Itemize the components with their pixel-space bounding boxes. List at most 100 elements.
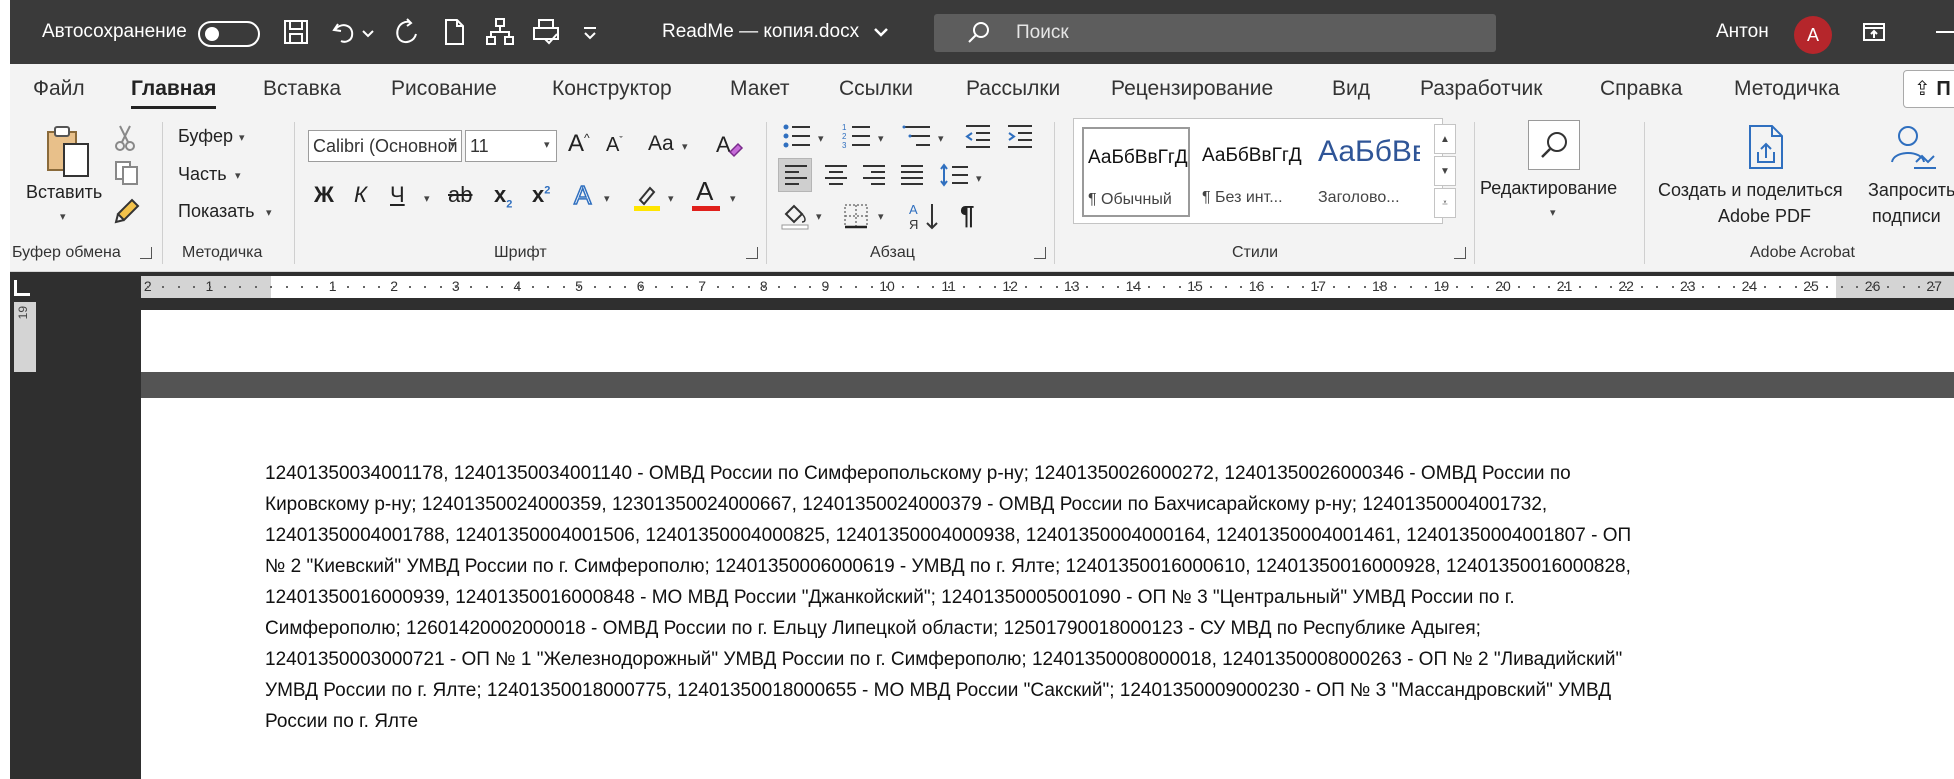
shading-dropdown-icon[interactable]: ▾ [816, 210, 822, 223]
share-button[interactable]: ⇪ П [1903, 70, 1954, 108]
minimize-icon[interactable] [1930, 16, 1954, 48]
document-page[interactable]: 12401350034001178, 12401350034001140 - О… [141, 398, 1954, 779]
font-color-button[interactable]: A [696, 176, 713, 207]
line-spacing-icon[interactable] [940, 162, 970, 188]
request-signatures-label-2[interactable]: подписи [1872, 206, 1941, 227]
line-spacing-dropdown-icon[interactable]: ▾ [976, 172, 982, 185]
underline-dropdown-icon[interactable]: ▾ [424, 192, 430, 205]
copy-icon[interactable] [114, 160, 140, 186]
tab-methodichka[interactable]: Методичка [1734, 64, 1840, 114]
paste-dropdown-icon[interactable]: ▾ [60, 210, 66, 223]
font-name-combo[interactable]: Calibri (Основной текст) [308, 130, 462, 162]
clipboard-launcher-icon[interactable] [140, 247, 152, 259]
font-launcher-icon[interactable] [746, 247, 758, 259]
editing-dropdown-icon[interactable]: ▾ [1550, 206, 1556, 219]
tab-view[interactable]: Вид [1332, 64, 1370, 114]
text-effects-dropdown-icon[interactable]: ▾ [604, 192, 610, 205]
create-pdf-label-2[interactable]: Adobe PDF [1718, 206, 1811, 227]
align-center-icon[interactable] [824, 164, 848, 186]
text-effects-button[interactable]: A [573, 179, 592, 211]
part-button[interactable]: Часть [178, 164, 227, 185]
ribbon-display-icon[interactable] [1858, 16, 1890, 48]
search-box[interactable]: Поиск [934, 14, 1496, 52]
clear-formatting-icon[interactable]: A [714, 130, 744, 160]
request-signatures-icon[interactable] [1886, 122, 1938, 172]
shading-icon[interactable] [780, 200, 810, 230]
font-name-dropdown-icon[interactable]: ▾ [450, 138, 456, 151]
request-signatures-label-1[interactable]: Запросить [1868, 180, 1954, 201]
styles-launcher-icon[interactable] [1454, 247, 1466, 259]
horizontal-ruler[interactable]: 2112345678910111213141516171819202122232… [141, 276, 1954, 298]
show-button[interactable]: Показать [178, 201, 255, 222]
org-chart-icon[interactable] [484, 16, 516, 48]
style-no-spacing[interactable]: АаБбВвГгД ¶ Без инт... [1198, 127, 1306, 217]
part-dropdown-icon[interactable]: ▾ [235, 169, 241, 182]
tab-help[interactable]: Справка [1600, 64, 1682, 114]
font-size-dropdown-icon[interactable]: ▾ [544, 138, 550, 151]
bullets-dropdown-icon[interactable]: ▾ [818, 132, 824, 145]
create-pdf-icon[interactable] [1744, 122, 1790, 172]
create-pdf-label-1[interactable]: Создать и поделиться [1658, 180, 1843, 201]
multilevel-dropdown-icon[interactable]: ▾ [938, 132, 944, 145]
borders-dropdown-icon[interactable]: ▾ [878, 210, 884, 223]
subscript-button[interactable]: x2 [494, 182, 512, 210]
shrink-font-icon[interactable]: Aˇ [606, 134, 623, 157]
underline-button[interactable]: Ч [390, 182, 405, 208]
increase-indent-icon[interactable] [1006, 122, 1034, 150]
show-dropdown-icon[interactable]: ▾ [266, 206, 272, 219]
styles-more-icon[interactable]: ⩡ [1434, 188, 1456, 218]
paragraph-launcher-icon[interactable] [1034, 247, 1046, 259]
buffer-button[interactable]: Буфер [178, 126, 233, 147]
avatar[interactable]: А [1794, 16, 1832, 54]
align-right-icon[interactable] [862, 164, 886, 186]
tab-draw[interactable]: Рисование [391, 64, 497, 114]
highlight-dropdown-icon[interactable]: ▾ [668, 192, 674, 205]
grow-font-icon[interactable]: A^ [568, 130, 590, 158]
tab-references[interactable]: Ссылки [839, 64, 913, 114]
customize-toolbar-icon[interactable] [580, 16, 600, 48]
redo-icon[interactable] [390, 16, 422, 48]
bullets-icon[interactable] [782, 122, 812, 150]
styles-scroll-down-icon[interactable]: ▼ [1434, 156, 1456, 186]
paste-icon[interactable] [44, 124, 92, 180]
format-painter-icon[interactable] [114, 196, 142, 224]
editing-button[interactable]: Редактирование [1480, 178, 1617, 199]
superscript-button[interactable]: x2 [532, 182, 550, 208]
style-normal[interactable]: АаБбВвГгД ¶ Обычный [1082, 127, 1190, 217]
tab-developer[interactable]: Разработчик [1420, 64, 1542, 114]
sort-icon[interactable]: АЯ [908, 200, 940, 232]
font-color-dropdown-icon[interactable]: ▾ [730, 192, 736, 205]
print-preview-icon[interactable] [530, 16, 562, 48]
cut-icon[interactable] [114, 124, 136, 152]
numbering-dropdown-icon[interactable]: ▾ [878, 132, 884, 145]
strikethrough-button[interactable]: ab [448, 182, 472, 208]
buffer-dropdown-icon[interactable]: ▾ [239, 131, 245, 144]
document-title[interactable]: ReadMe — копия.docx [662, 0, 859, 64]
show-formatting-marks-button[interactable]: ¶ [960, 200, 974, 231]
editing-search-icon[interactable] [1528, 120, 1580, 170]
highlight-color-icon[interactable] [632, 182, 662, 212]
tab-review[interactable]: Рецензирование [1111, 64, 1273, 114]
user-name[interactable]: Антон [1716, 0, 1769, 64]
undo-dropdown-icon[interactable] [360, 16, 376, 48]
tab-home[interactable]: Главная [131, 64, 217, 114]
numbering-icon[interactable]: 123 [842, 122, 872, 150]
change-case-dropdown-icon[interactable]: ▾ [682, 140, 688, 153]
justify-icon[interactable] [900, 164, 924, 186]
tab-mailings[interactable]: Рассылки [966, 64, 1060, 114]
tab-selector-icon[interactable] [14, 280, 30, 296]
undo-icon[interactable] [328, 16, 360, 48]
tab-file[interactable]: Файл [33, 64, 85, 114]
change-case-button[interactable]: Aa [648, 132, 674, 156]
new-document-icon[interactable] [438, 16, 470, 48]
title-chevron-down-icon[interactable] [872, 16, 890, 48]
align-left-icon[interactable] [784, 164, 808, 186]
multilevel-list-icon[interactable] [902, 122, 932, 150]
tab-design[interactable]: Конструктор [552, 64, 672, 114]
bold-button[interactable]: Ж [314, 182, 334, 208]
tab-insert[interactable]: Вставка [263, 64, 341, 114]
document-body-text[interactable]: 12401350034001178, 12401350034001140 - О… [265, 458, 1845, 737]
styles-scroll-up-icon[interactable]: ▲ [1434, 124, 1456, 154]
vertical-ruler[interactable]: 19 [14, 302, 36, 372]
italic-button[interactable]: К [354, 182, 367, 208]
